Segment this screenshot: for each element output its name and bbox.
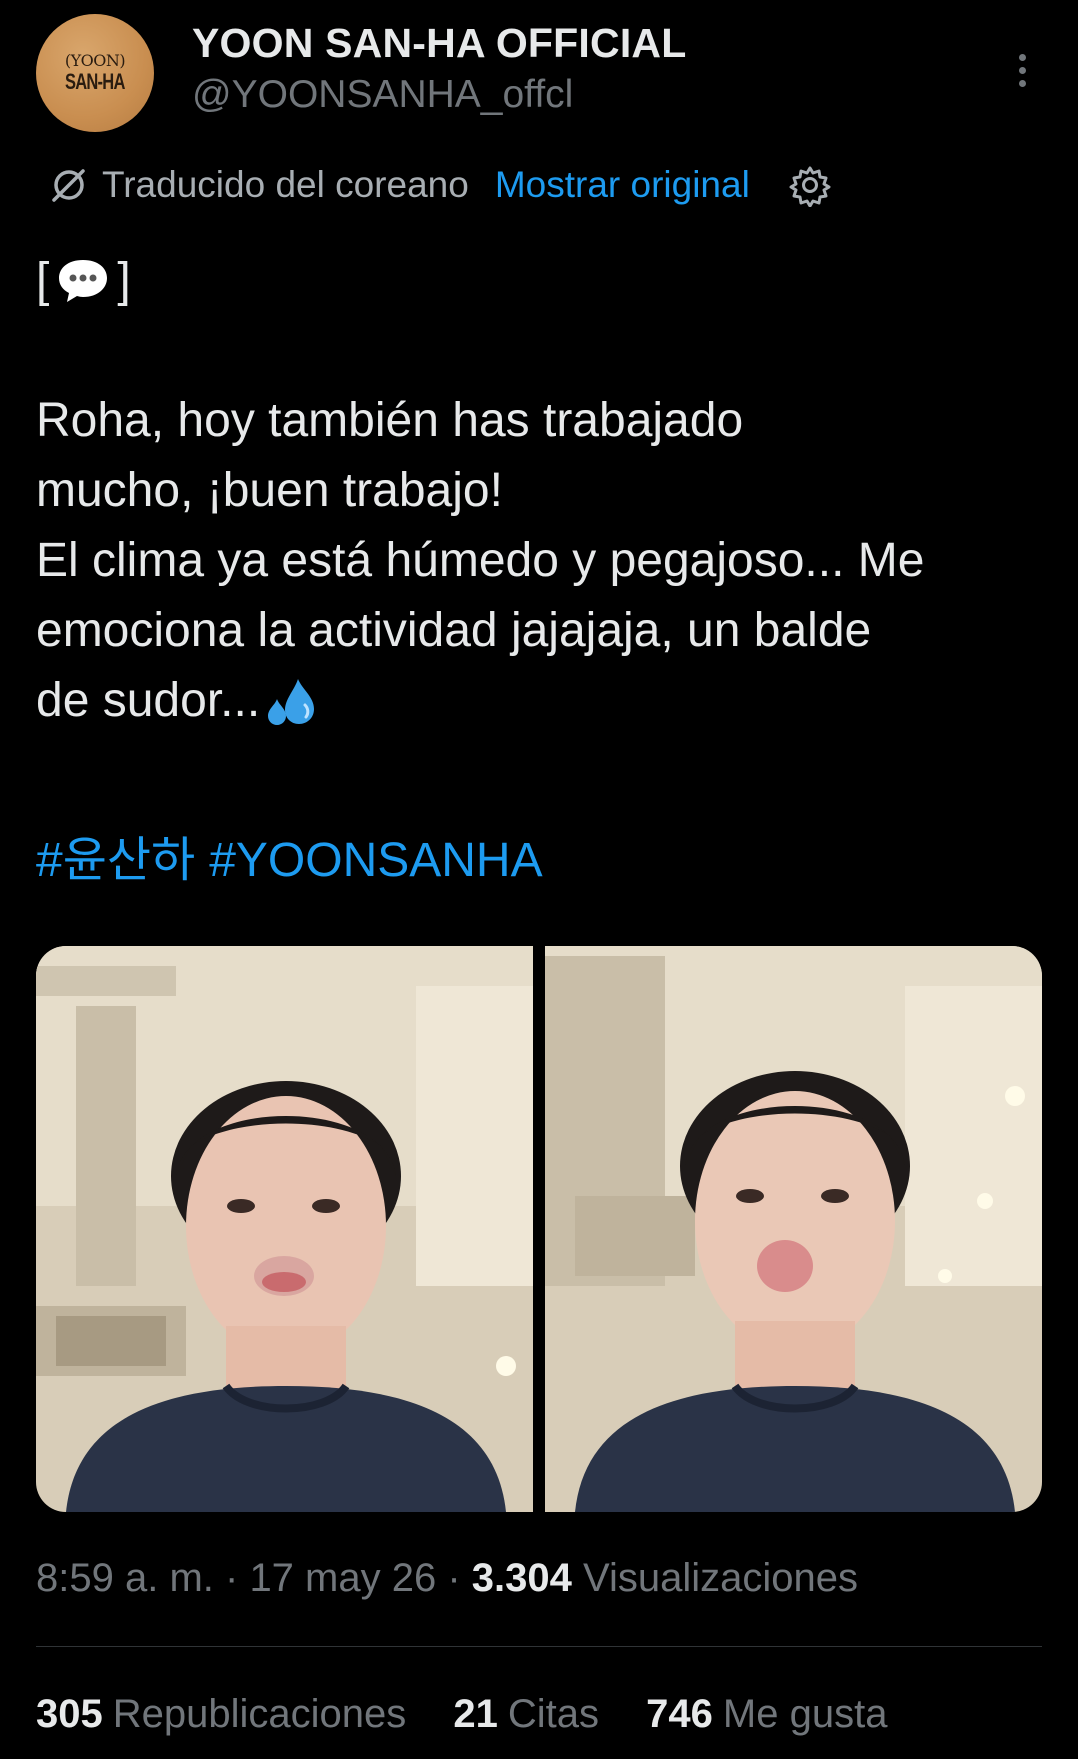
tweet-header: (YOON) SAN-HA YOON SAN-HA OFFICIAL @YOON… [36, 14, 1042, 134]
avatar[interactable]: (YOON) SAN-HA [36, 14, 154, 132]
quotes-label: Citas [507, 1692, 600, 1736]
hashtags: #윤산하 #YOONSANHA [36, 820, 557, 890]
avatar-text-bottom: SAN-HA [65, 69, 125, 94]
photo-2[interactable] [545, 946, 1042, 1512]
sweat-droplets-icon [268, 679, 315, 726]
engagement-stats: 305 Republicaciones 21 Citas 746 Me gusta [36, 1692, 923, 1737]
hashtag-link[interactable]: #윤산하 [36, 834, 195, 887]
translation-row: Traducido del coreano Mostrar original [48, 160, 832, 210]
show-original-link[interactable]: Mostrar original [495, 164, 750, 206]
quotes-count: 21 [453, 1692, 498, 1736]
tweet-line: mucho, ¡buen trabajo! [36, 464, 503, 517]
photo-1[interactable] [36, 946, 533, 1512]
media-grid [36, 946, 1042, 1512]
display-name[interactable]: YOON SAN-HA OFFICIAL [192, 20, 686, 67]
handle[interactable]: @YOONSANHA_offcl [192, 73, 686, 117]
speech-bubble-icon [59, 260, 108, 302]
selfie-image [545, 946, 1042, 1512]
quotes-stat[interactable]: 21 Citas [453, 1692, 610, 1736]
tweet-last-line: de sudor... [36, 666, 1046, 736]
tweet-line: emociona la actividad jajajaja, un balde [36, 604, 872, 657]
translate-icon [52, 169, 85, 202]
likes-label: Me gusta [722, 1692, 888, 1736]
author-names[interactable]: YOON SAN-HA OFFICIAL @YOONSANHA_offcl [192, 20, 686, 117]
divider [36, 1646, 1042, 1647]
tweet-text: [ ] Roha, hoy también has trabajado much… [36, 246, 1046, 736]
tweet-time[interactable]: 8:59 a. m. [36, 1556, 214, 1600]
views-label: Visualizaciones [583, 1556, 858, 1600]
more-icon[interactable] [1002, 40, 1042, 100]
reposts-stat[interactable]: 305 Republicaciones [36, 1692, 417, 1736]
tweet-line: El clima ya está húmedo y pegajoso... Me [36, 534, 925, 587]
tweet-meta: 8:59 a. m. · 17 may 26 · 3.304 Visualiza… [36, 1556, 858, 1600]
views-count: 3.304 [471, 1556, 572, 1600]
tweet-line: de sudor... [36, 674, 261, 727]
tweet-line: Roha, hoy también has trabajado [36, 394, 744, 447]
hashtag-link[interactable]: #YOONSANHA [209, 834, 542, 887]
avatar-text-top: (YOON) [64, 51, 126, 70]
translation-label: Traducido del coreano [102, 164, 469, 205]
selfie-image [36, 946, 533, 1512]
settings-icon[interactable] [788, 163, 832, 207]
likes-stat[interactable]: 746 Me gusta [646, 1692, 887, 1736]
speech-bubble-line: [ ] [36, 254, 131, 307]
reposts-count: 305 [36, 1692, 103, 1736]
tweet-date[interactable]: 17 may 26 [249, 1556, 436, 1600]
reposts-label: Republicaciones [112, 1692, 407, 1736]
likes-count: 746 [646, 1692, 713, 1736]
